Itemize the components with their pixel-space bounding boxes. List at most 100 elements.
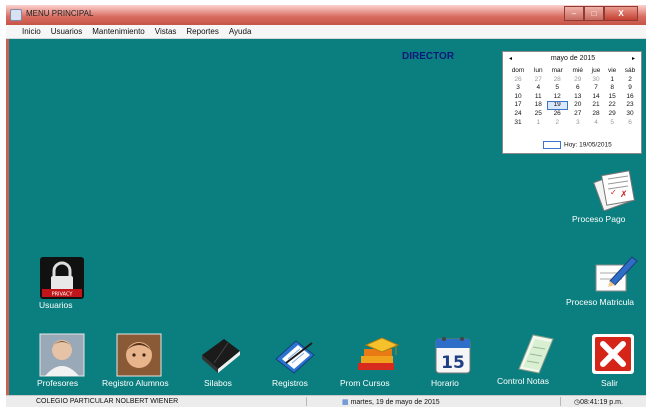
silabos-label[interactable]: Silabos — [204, 378, 232, 388]
calendar-day[interactable]: 11 — [530, 93, 547, 102]
prom-cursos-button[interactable] — [352, 333, 402, 377]
usuarios-button[interactable]: PRIVACY — [38, 255, 86, 301]
app-icon — [10, 9, 22, 21]
registration-form-icon — [595, 256, 638, 292]
calendar-day[interactable]: 6 — [620, 119, 640, 128]
calendar-day[interactable]: 17 — [506, 101, 530, 110]
calendar-day[interactable]: 30 — [620, 110, 640, 119]
calendar-day[interactable]: 29 — [568, 76, 588, 85]
calendar-day[interactable]: 20 — [568, 101, 588, 110]
weekday-header: dom — [511, 67, 525, 74]
role-label: DIRECTOR — [402, 51, 455, 62]
date-icon: ▦ — [342, 399, 351, 406]
status-date: ▦ martes, 19 de mayo de 2015 — [342, 398, 440, 406]
proceso-matricula-button[interactable] — [590, 251, 640, 295]
menu-reportes[interactable]: Reportes — [186, 27, 218, 36]
menu-mantenimiento[interactable]: Mantenimiento — [92, 27, 144, 36]
registros-button[interactable] — [272, 333, 318, 377]
proceso-pago-label[interactable]: Proceso Pago — [572, 214, 625, 224]
calendar-today[interactable]: Hoy: 19/05/2015 — [543, 141, 612, 149]
menu-vistas[interactable]: Vistas — [155, 27, 177, 36]
minimize-button[interactable]: – — [564, 6, 584, 21]
calendar-day[interactable]: 12 — [547, 93, 568, 102]
registro-alumnos-label[interactable]: Registro Alumnos — [102, 378, 169, 388]
calendar-day[interactable]: 1 — [530, 119, 547, 128]
calendar-day[interactable]: 31 — [506, 119, 530, 128]
calendar-day[interactable]: 1 — [604, 76, 620, 85]
prom-cursos-label[interactable]: Prom Cursos — [340, 378, 390, 388]
student-photo-icon — [116, 333, 162, 377]
calendar-day[interactable]: 28 — [588, 110, 605, 119]
registro-alumnos-button[interactable] — [116, 333, 162, 377]
registros-label[interactable]: Registros — [272, 378, 308, 388]
calendar-day[interactable]: 2 — [547, 119, 568, 128]
calendar-day[interactable]: 21 — [588, 101, 605, 110]
calendar-day[interactable]: 23 — [620, 101, 640, 110]
control-notas-label[interactable]: Control Notas — [497, 376, 549, 386]
calendar-day[interactable]: 2 — [620, 76, 640, 85]
salir-label[interactable]: Salir — [601, 378, 618, 388]
calendar-day[interactable]: 6 — [568, 84, 588, 93]
weekday-header: mié — [572, 67, 584, 74]
calendar-day[interactable]: 3 — [568, 119, 588, 128]
profesores-label[interactable]: Profesores — [37, 378, 78, 388]
calendar-day[interactable]: 25 — [530, 110, 547, 119]
profesores-button[interactable] — [39, 333, 85, 377]
notepad-icon — [518, 334, 554, 374]
close-button[interactable]: X — [604, 6, 638, 21]
calendar-day[interactable]: 30 — [588, 76, 605, 85]
calendar-icon-day: 15 — [441, 353, 465, 373]
teacher-photo-icon — [39, 333, 85, 377]
window-title: MENU PRINCIPAL — [26, 9, 94, 18]
menu-bar: Inicio Usuarios Mantenimiento Vistas Rep… — [6, 25, 646, 39]
menu-usuarios[interactable]: Usuarios — [51, 27, 83, 36]
proceso-pago-button[interactable]: ✗ ✓ — [590, 167, 640, 212]
folder-pen-icon — [275, 340, 315, 374]
calendar-day[interactable]: 29 — [604, 110, 620, 119]
menu-inicio[interactable]: Inicio — [22, 27, 41, 36]
exit-x-icon — [592, 334, 634, 374]
calendar-day[interactable]: 18 — [530, 101, 547, 110]
calendar-day[interactable]: 7 — [588, 84, 605, 93]
calendar-day[interactable]: 4 — [530, 84, 547, 93]
window-left-border — [6, 39, 9, 395]
status-bar: COLEGIO PARTICULAR NOLBERT WIENER ▦ mart… — [6, 395, 646, 407]
control-notas-button[interactable] — [511, 329, 557, 375]
maximize-button[interactable]: □ — [584, 6, 604, 21]
school-name: COLEGIO PARTICULAR NOLBERT WIENER — [36, 398, 179, 405]
calendar-day[interactable]: 26 — [547, 110, 568, 119]
calendar-day[interactable]: 5 — [604, 119, 620, 128]
proceso-matricula-label[interactable]: Proceso Matricula — [566, 297, 634, 307]
calendar-day[interactable]: 28 — [547, 76, 568, 85]
usuarios-label[interactable]: Usuarios — [39, 300, 73, 310]
calendar-next-button[interactable]: ▸ — [632, 55, 635, 62]
status-divider — [560, 397, 561, 406]
calendar-day[interactable]: 22 — [604, 101, 620, 110]
calendar-day[interactable]: 16 — [620, 93, 640, 102]
status-date-text: martes, 19 de mayo de 2015 — [350, 399, 440, 406]
weekday-header: mar — [551, 67, 563, 74]
salir-button[interactable] — [590, 332, 636, 376]
calendar-month-title[interactable]: mayo de 2015 — [503, 55, 643, 65]
calendar-day[interactable]: 13 — [568, 93, 588, 102]
calendar-day[interactable]: 14 — [588, 93, 605, 102]
silabos-button[interactable] — [198, 333, 244, 377]
calendar-day[interactable]: 4 — [588, 119, 605, 128]
calendar-day[interactable]: 3 — [506, 84, 530, 93]
calendar-day[interactable]: 9 — [620, 84, 640, 93]
calendar-day[interactable]: 8 — [604, 84, 620, 93]
month-calendar[interactable]: ◂ mayo de 2015 ▸ dom lun mar mié jue vie… — [502, 51, 642, 154]
calendar-day[interactable]: 26 — [506, 76, 530, 85]
calendar-day[interactable]: 27 — [530, 76, 547, 85]
calendar-day[interactable]: 15 — [604, 93, 620, 102]
calendar-day[interactable]: 24 — [506, 110, 530, 119]
horario-label[interactable]: Horario — [431, 378, 459, 388]
calendar-day-selected[interactable]: 19 — [546, 101, 568, 110]
notebook-icon — [202, 339, 240, 373]
horario-button[interactable]: 15 — [430, 333, 476, 377]
status-time: ◷08:41:19 p.m. — [574, 398, 623, 406]
calendar-day[interactable]: 27 — [568, 110, 588, 119]
calendar-day[interactable]: 10 — [506, 93, 530, 102]
menu-ayuda[interactable]: Ayuda — [229, 27, 252, 36]
calendar-day[interactable]: 5 — [547, 84, 568, 93]
